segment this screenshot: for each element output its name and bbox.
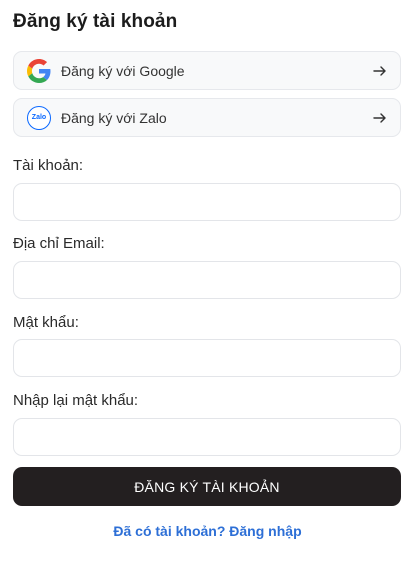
google-signup-label: Đăng ký với Google (61, 62, 185, 79)
zalo-badge: Zalo (27, 105, 51, 130)
arrow-right-icon (372, 110, 388, 126)
zalo-logo-icon: Zalo (26, 105, 52, 131)
confirm-password-input[interactable] (13, 418, 401, 456)
password-label: Mật khẩu: (13, 314, 79, 331)
login-link[interactable]: Đã có tài khoản? Đăng nhập (0, 523, 415, 539)
confirm-password-label: Nhập lại mật khẩu: (13, 392, 139, 409)
page-title: Đăng ký tài khoản (13, 11, 178, 32)
google-signup-button[interactable]: Đăng ký với Google (13, 51, 401, 90)
username-input[interactable] (13, 183, 401, 221)
password-input[interactable] (13, 339, 401, 377)
email-label: Địa chỉ Email: (13, 235, 105, 252)
arrow-right-icon (372, 63, 388, 79)
google-logo-icon (26, 58, 52, 84)
email-input[interactable] (13, 261, 401, 299)
username-label: Tài khoản: (13, 157, 84, 174)
zalo-signup-label: Đăng ký với Zalo (61, 109, 167, 126)
zalo-signup-button[interactable]: Zalo Đăng ký với Zalo (13, 98, 401, 137)
register-button[interactable]: ĐĂNG KÝ TÀI KHOẢN (13, 467, 401, 506)
